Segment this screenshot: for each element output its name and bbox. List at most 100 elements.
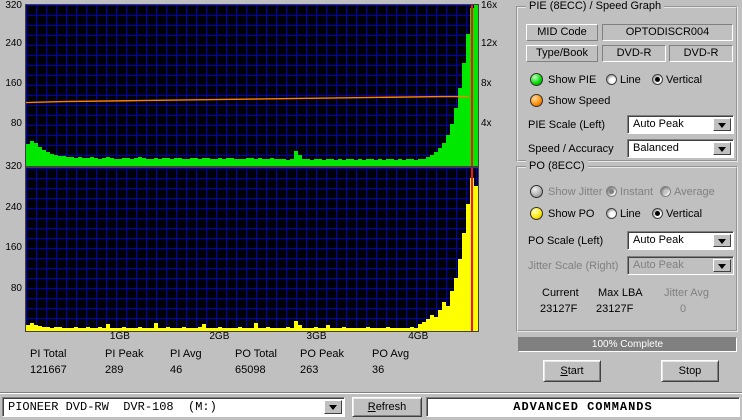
show-po-led[interactable] bbox=[530, 207, 543, 220]
stat-value: 289 bbox=[105, 364, 124, 376]
disc-type-value: DVD-R bbox=[602, 45, 666, 62]
stat-pi-avg: PI Avg 46 bbox=[170, 348, 202, 376]
jitter-instant-radio bbox=[606, 186, 617, 197]
refresh-button-label: Refresh bbox=[367, 401, 407, 413]
pie-settings-group: PIE (8ECC) / Speed Graph MID Code OPTODI… bbox=[516, 0, 738, 162]
advanced-commands-label: ADVANCED COMMANDS bbox=[513, 400, 653, 414]
stat-value: 121667 bbox=[30, 364, 67, 376]
stat-po-avg: PO Avg 36 bbox=[372, 348, 409, 376]
chevron-down-icon bbox=[718, 146, 726, 156]
po-vertical-label: Vertical bbox=[666, 208, 703, 220]
po-scale-label: PO Scale (Left) bbox=[528, 235, 604, 247]
po-line-label: Line bbox=[620, 208, 641, 220]
jitter-scale-dropdown-button bbox=[713, 259, 731, 272]
speed-axis-tick: 8x bbox=[481, 78, 492, 89]
speed-axis-tick: 12x bbox=[481, 38, 498, 49]
po-graph bbox=[25, 167, 479, 332]
pie-axis-tick: 320 bbox=[5, 0, 22, 11]
start-button[interactable]: Start bbox=[543, 360, 601, 382]
stat-label: PO Total bbox=[235, 348, 277, 360]
stat-po-peak: PO Peak 263 bbox=[300, 348, 344, 376]
speed-accuracy-label: Speed / Accuracy bbox=[528, 143, 614, 155]
disc-quality-app-window: 320 240 160 80 16x 12x 8x 4x 320 240 160… bbox=[0, 0, 742, 420]
max-lba-value: 23127F bbox=[596, 303, 634, 315]
pie-scale-value: Auto Peak bbox=[633, 118, 684, 130]
capacity-axis-tick: 3GB bbox=[306, 331, 327, 342]
stop-button[interactable]: Stop bbox=[661, 360, 719, 382]
pie-scale-select[interactable]: Auto Peak bbox=[627, 115, 734, 134]
po-axis-tick: 320 bbox=[5, 161, 22, 172]
current-value: 23127F bbox=[540, 303, 578, 315]
position-marker bbox=[470, 5, 473, 166]
capacity-axis-tick: 1GB bbox=[109, 331, 130, 342]
max-lba-label: Max LBA bbox=[598, 287, 643, 299]
pie-axis-tick: 240 bbox=[5, 38, 22, 49]
po-scale-value: Auto Peak bbox=[633, 234, 684, 246]
capacity-axis-tick: 2GB bbox=[209, 331, 230, 342]
show-jitter-label: Show Jitter bbox=[548, 186, 603, 198]
pie-group-title: PIE (8ECC) / Speed Graph bbox=[526, 0, 665, 12]
po-line-radio[interactable] bbox=[606, 208, 617, 219]
show-speed-led[interactable] bbox=[530, 94, 543, 107]
capacity-axis: 1GB 2GB 3GB 4GB bbox=[25, 331, 477, 344]
speed-accuracy-dropdown-button[interactable] bbox=[713, 142, 731, 155]
progress-bar: 100% Complete bbox=[518, 337, 737, 352]
bottom-separator bbox=[0, 392, 742, 394]
po-axis-tick: 80 bbox=[10, 283, 22, 294]
jitter-avg-value: 0 bbox=[680, 303, 687, 315]
refresh-button[interactable]: Refresh bbox=[352, 397, 422, 417]
pie-graph bbox=[25, 4, 479, 167]
po-scale-dropdown-button[interactable] bbox=[713, 234, 731, 247]
po-axis-tick: 160 bbox=[5, 242, 22, 253]
chevron-down-icon bbox=[718, 238, 726, 248]
start-button-label: Start bbox=[560, 365, 584, 377]
error-statistics: PI Total 121667 PI Peak 289 PI Avg 46 PO… bbox=[25, 348, 495, 382]
jitter-scale-value: Auto Peak bbox=[633, 259, 684, 271]
drive-select[interactable]: PIONEER DVD-RW DVR-108 (M:) bbox=[2, 397, 345, 417]
book-type-value: DVD-R bbox=[669, 45, 733, 62]
stat-value: 46 bbox=[170, 364, 183, 376]
jitter-avg-label: Jitter Avg bbox=[664, 287, 710, 299]
pie-vertical-radio[interactable] bbox=[652, 74, 663, 85]
stat-pi-total: PI Total 121667 bbox=[30, 348, 67, 376]
chevron-down-icon bbox=[718, 122, 726, 132]
progress-text: 100% Complete bbox=[591, 339, 664, 350]
stat-po-total: PO Total 65098 bbox=[235, 348, 277, 376]
stop-button-label: Stop bbox=[678, 365, 702, 377]
show-pie-led[interactable] bbox=[530, 73, 543, 86]
mid-code-label: MID Code bbox=[526, 24, 598, 41]
jitter-instant-label: Instant bbox=[620, 186, 654, 198]
show-pie-label: Show PIE bbox=[548, 74, 597, 86]
stat-label: PI Avg bbox=[170, 348, 202, 360]
stat-value: 263 bbox=[300, 364, 319, 376]
speed-accuracy-select[interactable]: Balanced bbox=[627, 139, 734, 158]
po-vertical-radio[interactable] bbox=[652, 208, 663, 219]
pie-line-radio[interactable] bbox=[606, 74, 617, 85]
capacity-axis-tick: 4GB bbox=[408, 331, 429, 342]
stat-label: PI Total bbox=[30, 348, 67, 360]
pie-vertical-label: Vertical bbox=[666, 74, 703, 86]
show-po-label: Show PO bbox=[548, 208, 595, 220]
current-label: Current bbox=[542, 287, 579, 299]
jitter-average-label: Average bbox=[674, 186, 715, 198]
stat-label: PO Avg bbox=[372, 348, 410, 360]
stat-label: PI Peak bbox=[105, 348, 144, 360]
po-settings-group: PO (8ECC) Show Jitter Instant Average Sh… bbox=[516, 160, 738, 332]
pie-scale-dropdown-button[interactable] bbox=[713, 118, 731, 131]
speed-axis-tick: 16x bbox=[481, 0, 498, 11]
drive-select-value: PIONEER DVD-RW DVR-108 (M:) bbox=[8, 400, 217, 414]
po-scale-select[interactable]: Auto Peak bbox=[627, 231, 734, 250]
stat-value: 65098 bbox=[235, 364, 266, 376]
show-jitter-led bbox=[530, 185, 543, 198]
advanced-commands-button[interactable]: ADVANCED COMMANDS bbox=[426, 397, 740, 417]
drive-select-dropdown-button[interactable] bbox=[324, 400, 342, 414]
po-error-bars bbox=[26, 168, 478, 331]
pie-scale-label: PIE Scale (Left) bbox=[528, 119, 606, 131]
jitter-scale-label: Jitter Scale (Right) bbox=[528, 260, 619, 272]
pie-axis-tick: 160 bbox=[5, 78, 22, 89]
error-bar bbox=[474, 185, 478, 331]
position-marker bbox=[470, 168, 473, 331]
jitter-scale-select: Auto Peak bbox=[627, 256, 734, 275]
speed-axis-tick: 4x bbox=[481, 118, 492, 129]
chevron-down-icon bbox=[329, 405, 337, 414]
